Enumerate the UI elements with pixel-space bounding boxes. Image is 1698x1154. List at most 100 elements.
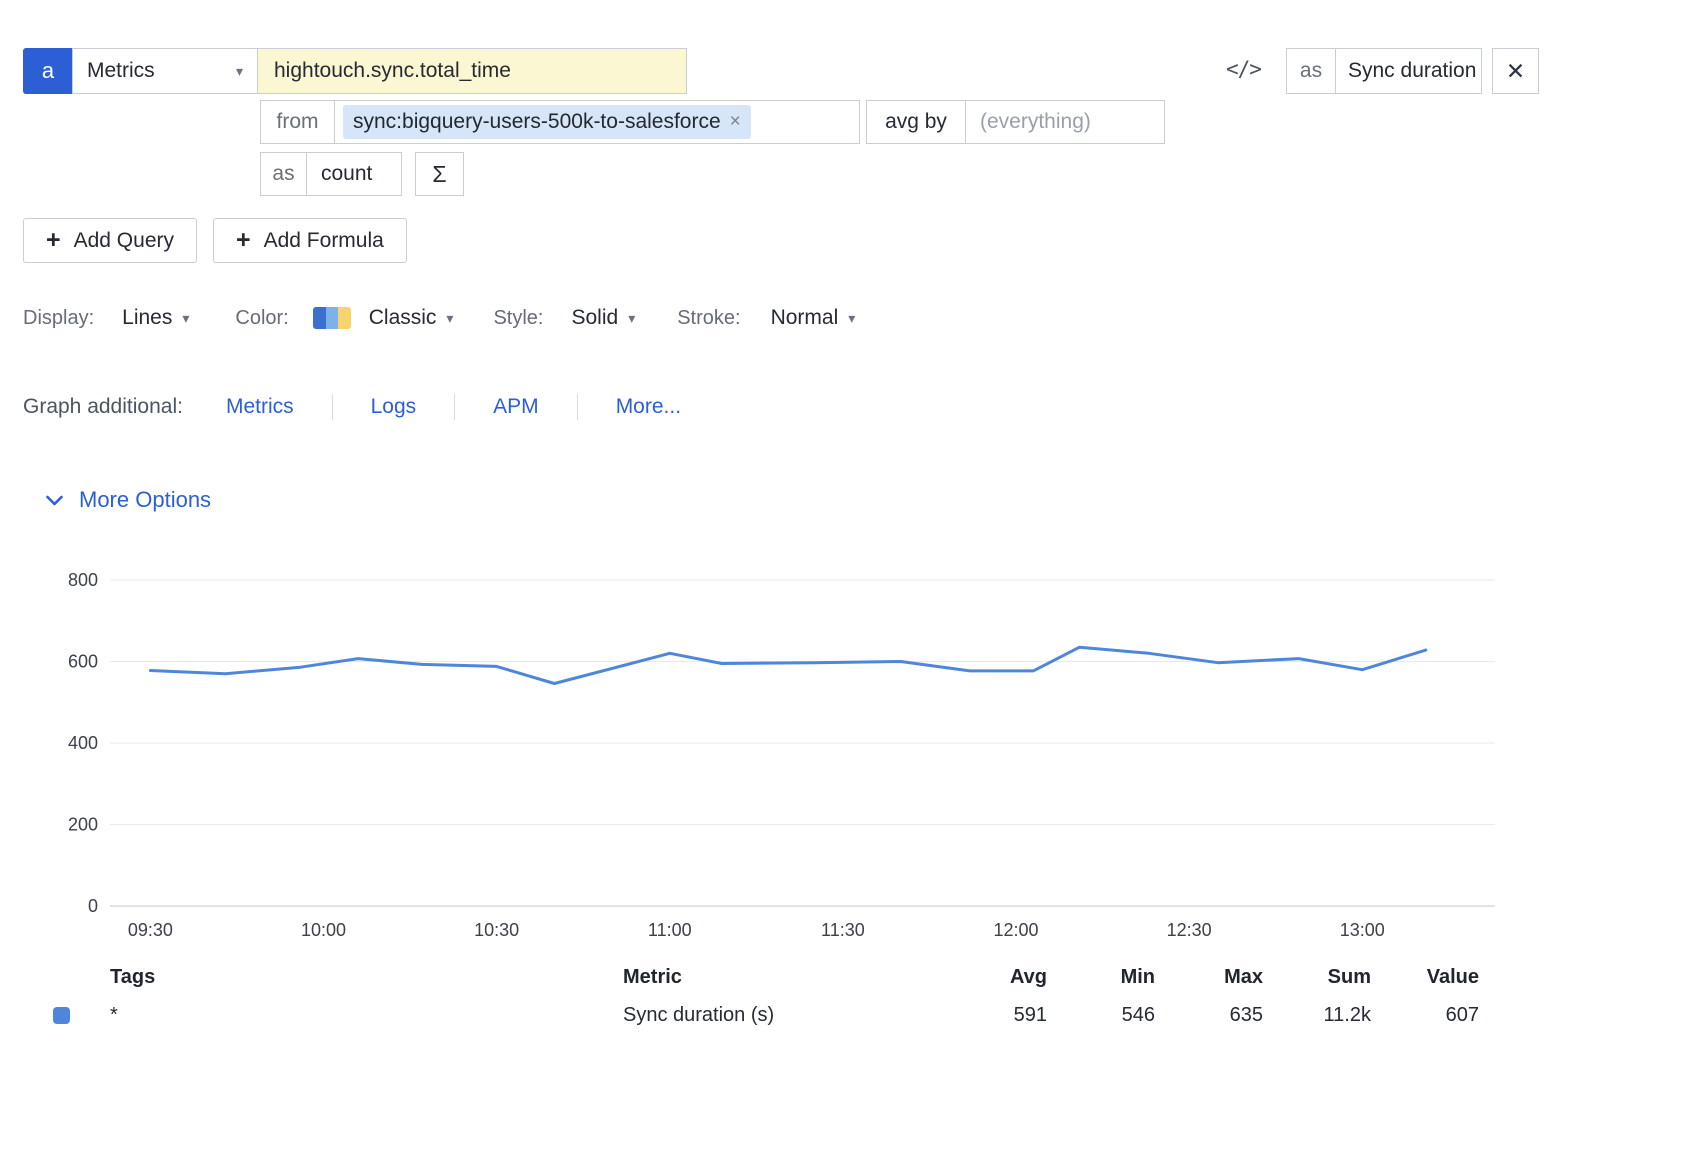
header-tags: Tags xyxy=(110,966,623,989)
display-value: Lines xyxy=(122,306,172,330)
svg-text:09:30: 09:30 xyxy=(128,920,173,940)
alias-as-label: as xyxy=(1286,48,1336,94)
aggregator-input[interactable]: count xyxy=(306,152,402,196)
svg-text:0: 0 xyxy=(88,896,98,916)
caret-down-icon: ▾ xyxy=(236,63,243,80)
alias-input[interactable]: Sync duration (s) xyxy=(1335,48,1482,94)
add-formula-label: Add Formula xyxy=(264,229,384,253)
stroke-value: Normal xyxy=(771,306,839,330)
series-avg: 591 xyxy=(939,1004,1047,1027)
query-letter-badge: a xyxy=(23,48,73,94)
series-tags: * xyxy=(110,1004,623,1027)
color-palette-swatch[interactable] xyxy=(313,307,351,329)
more-options-label: More Options xyxy=(79,487,211,513)
palette-stripe-1 xyxy=(313,307,326,329)
svg-text:10:00: 10:00 xyxy=(301,920,346,940)
header-max: Max xyxy=(1155,966,1263,989)
link-divider xyxy=(332,394,333,420)
timeseries-chart-canvas[interactable]: 0 200 400 600 800 09:30 10:00 10:30 11:00 11:30 12… xyxy=(0,540,1698,950)
color-select[interactable]: Classic ▾ xyxy=(369,306,454,330)
code-view-button[interactable]: </> xyxy=(1226,57,1261,81)
from-label: from xyxy=(260,100,335,144)
plus-icon: + xyxy=(46,228,61,253)
svg-text:11:00: 11:00 xyxy=(648,920,692,940)
header-min: Min xyxy=(1047,966,1155,989)
series-value: 607 xyxy=(1371,1004,1479,1027)
style-value: Solid xyxy=(571,306,618,330)
query-row: a Metrics ▾ hightouch.sync.total_time xyxy=(23,48,687,94)
code-icon: </> xyxy=(1226,57,1261,81)
svg-text:200: 200 xyxy=(68,815,98,835)
color-value: Classic xyxy=(369,306,437,330)
sigma-icon: Σ xyxy=(432,161,446,188)
svg-text:800: 800 xyxy=(68,570,98,590)
caret-down-icon: ▾ xyxy=(182,310,189,327)
header-sum: Sum xyxy=(1263,966,1371,989)
svg-text:10:30: 10:30 xyxy=(474,920,519,940)
svg-text:12:00: 12:00 xyxy=(993,920,1038,940)
svg-text:11:30: 11:30 xyxy=(821,920,865,940)
plus-icon: + xyxy=(236,228,251,253)
metric-name-value: hightouch.sync.total_time xyxy=(274,59,511,83)
timeseries-chart[interactable]: 0 200 400 600 800 09:30 10:00 10:30 11:00 11:30 12… xyxy=(0,540,1698,950)
caret-down-icon: ▾ xyxy=(848,310,855,327)
as-label: as xyxy=(260,152,307,196)
series-min: 546 xyxy=(1047,1004,1155,1027)
display-label: Display: xyxy=(23,307,94,330)
series-max: 635 xyxy=(1155,1004,1263,1027)
series-color-swatch[interactable] xyxy=(53,1007,70,1024)
add-query-label: Add Query xyxy=(74,229,174,253)
display-select[interactable]: Lines ▾ xyxy=(122,306,189,330)
query-aggregation-row: as count Σ xyxy=(260,152,464,196)
svg-text:400: 400 xyxy=(68,733,98,753)
more-options-toggle[interactable]: More Options xyxy=(46,487,211,513)
graph-additional-row: Graph additional: Metrics Logs APM More.… xyxy=(23,390,681,424)
graph-additional-label: Graph additional: xyxy=(23,395,183,419)
stroke-select[interactable]: Normal ▾ xyxy=(771,306,856,330)
query-actions: + Add Query + Add Formula xyxy=(23,218,407,263)
from-filter-input[interactable]: sync:bigquery-users-500k-to-salesforce × xyxy=(334,100,860,144)
display-options-row: Display: Lines ▾ Color: Classic ▾ Style:… xyxy=(23,303,855,333)
graph-additional-metrics[interactable]: Metrics xyxy=(226,395,294,419)
metric-name-input[interactable]: hightouch.sync.total_time xyxy=(257,48,687,94)
datasource-select[interactable]: Metrics ▾ xyxy=(72,48,258,94)
chevron-down-icon xyxy=(46,495,63,506)
palette-stripe-3 xyxy=(338,307,351,329)
table-header-row: Tags Metric Avg Min Max Sum Value xyxy=(0,958,1560,996)
datasource-label: Metrics xyxy=(87,59,155,83)
header-avg: Avg xyxy=(939,966,1047,989)
style-label: Style: xyxy=(493,307,543,330)
group-by-input[interactable]: (everything) xyxy=(965,100,1165,144)
color-label: Color: xyxy=(235,307,288,330)
alias-group: as Sync duration (s) xyxy=(1286,48,1482,94)
group-by-placeholder: (everything) xyxy=(980,110,1091,134)
graph-additional-logs[interactable]: Logs xyxy=(371,395,417,419)
style-select[interactable]: Solid ▾ xyxy=(571,306,635,330)
avg-by-label: avg by xyxy=(885,110,947,134)
svg-text:12:30: 12:30 xyxy=(1167,920,1212,940)
remove-tag-icon[interactable]: × xyxy=(730,111,741,133)
filter-tag-pill[interactable]: sync:bigquery-users-500k-to-salesforce × xyxy=(343,105,751,139)
filter-tag-text: sync:bigquery-users-500k-to-salesforce xyxy=(353,110,721,134)
series-metric: Sync duration (s) xyxy=(623,1004,939,1027)
avg-by-button[interactable]: avg by xyxy=(866,100,966,144)
alias-value: Sync duration (s) xyxy=(1348,59,1482,83)
aggregator-value: count xyxy=(321,162,372,186)
add-query-button[interactable]: + Add Query xyxy=(23,218,197,263)
add-formula-button[interactable]: + Add Formula xyxy=(213,218,407,263)
stroke-label: Stroke: xyxy=(677,307,740,330)
close-query-button[interactable]: ✕ xyxy=(1492,48,1539,94)
series-summary-table: Tags Metric Avg Min Max Sum Value * Sync… xyxy=(0,958,1560,1034)
link-divider xyxy=(454,394,455,420)
caret-down-icon: ▾ xyxy=(628,310,635,327)
palette-stripe-2 xyxy=(326,307,338,329)
svg-text:600: 600 xyxy=(68,652,98,672)
header-value: Value xyxy=(1371,966,1479,989)
graph-additional-apm[interactable]: APM xyxy=(493,395,539,419)
graph-additional-more[interactable]: More... xyxy=(616,395,681,419)
header-metric: Metric xyxy=(623,966,939,989)
caret-down-icon: ▾ xyxy=(446,310,453,327)
sigma-button[interactable]: Σ xyxy=(415,152,464,196)
series-row[interactable]: * Sync duration (s) 591 546 635 11.2k 60… xyxy=(0,996,1560,1034)
link-divider xyxy=(577,394,578,420)
